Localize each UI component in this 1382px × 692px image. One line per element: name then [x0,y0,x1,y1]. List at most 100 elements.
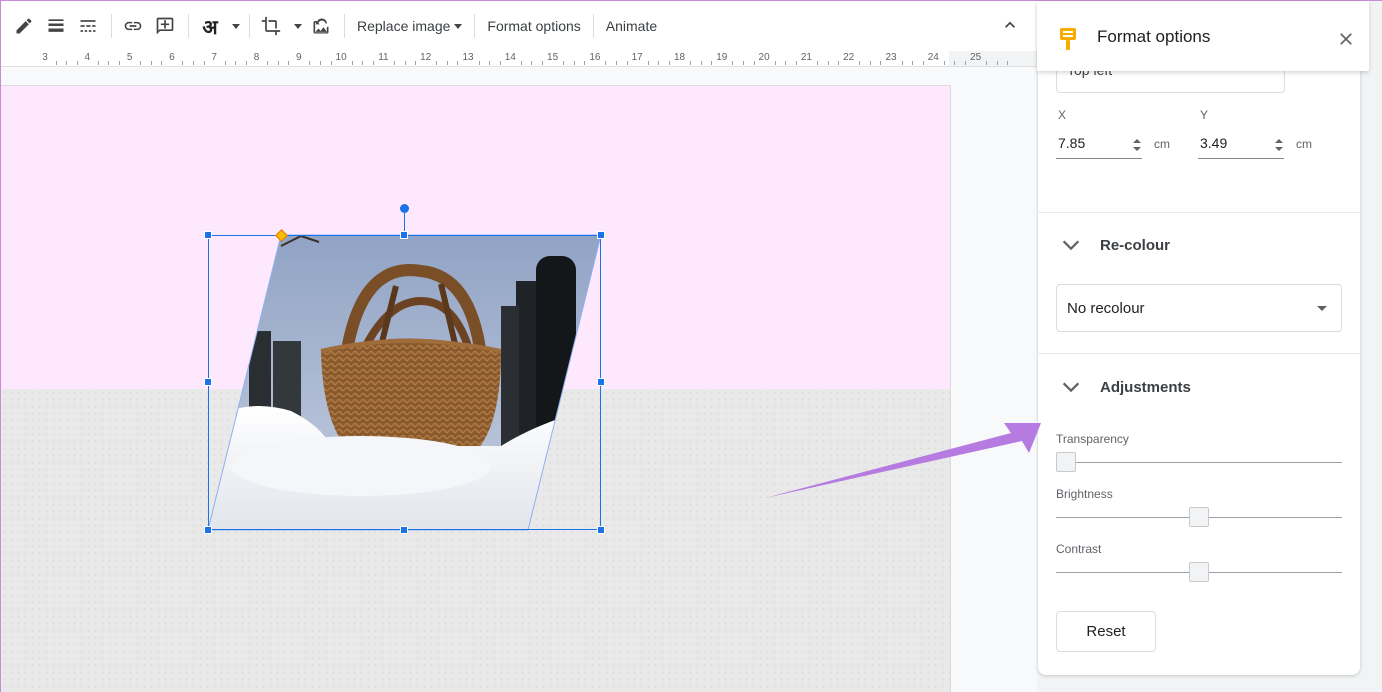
ruler-tick [97,61,99,65]
ruler-tick [954,61,956,65]
ruler-label: 14 [504,52,516,63]
add-comment-icon[interactable] [150,11,180,41]
link-icon[interactable] [118,11,148,41]
toolbar-divider [592,14,594,38]
basket-photo [208,235,601,530]
ruler-tick [66,61,68,65]
dropdown-caret-icon [1317,306,1327,311]
ruler-label: 10 [335,52,347,63]
mask-image-dropdown[interactable] [288,11,304,41]
ruler-tick [436,61,438,65]
ruler-track: 3 4 5 6 7 8 9 10 11 12 13 14 15 16 17 18 19 20 21 22 23 24 25 [1,51,1009,66]
ruler-tick [319,61,321,65]
input-tools-button[interactable]: अ [195,11,225,41]
format-options-panel: Top left X 7.85 cm Y 3.49 cm Re-colour N… [1037,1,1382,692]
brightness-slider-thumb[interactable] [1189,507,1209,527]
ruler-tick [520,61,522,65]
panel-title: Format options [1097,27,1211,46]
ruler-tick [119,61,121,65]
x-position-input[interactable]: 7.85 [1056,129,1142,159]
line-weight-icon[interactable] [41,11,71,41]
chevron-down-icon [1062,240,1080,251]
ruler-tick [1007,61,1009,65]
recolour-dropdown[interactable]: No recolour [1056,284,1342,332]
ruler-label: 21 [800,52,812,63]
chevron-down-icon [1062,382,1080,393]
paint-format-icon [1060,28,1076,50]
y-position-input[interactable]: 3.49 [1198,129,1284,159]
ruler-label: 6 [169,52,175,63]
ruler-tick [827,61,829,65]
ruler-tick [700,61,702,65]
ruler-tick [288,61,290,65]
ruler-tick [922,61,924,65]
adjustments-section-toggle[interactable]: Adjustments [1060,375,1191,399]
ruler-label: 20 [758,52,770,63]
resize-handle-bottom[interactable] [400,526,408,534]
crop-icon[interactable] [256,11,286,41]
ruler-tick [457,61,459,65]
resize-handle-top-left[interactable] [204,231,212,239]
ruler-tick [605,61,607,65]
section-divider [1038,353,1360,354]
transparency-slider-thumb[interactable] [1056,452,1076,472]
close-icon[interactable] [1337,30,1355,48]
toolbar-divider [474,14,476,38]
x-spinner-icon[interactable] [1132,137,1142,153]
resize-handle-top-right[interactable] [597,231,605,239]
input-tools-dropdown[interactable] [227,11,241,41]
ruler-tick [785,61,787,65]
ruler-tick [150,61,152,65]
reset-button[interactable]: Reset [1056,611,1156,652]
ruler-label: 9 [296,52,302,63]
ruler-tick [584,61,586,65]
reset-image-icon[interactable] [306,11,336,41]
toolbar-divider [249,14,250,38]
rotate-handle[interactable] [400,204,409,213]
ruler-tick [573,61,575,65]
ruler-tick [965,61,967,65]
contrast-slider-thumb[interactable] [1189,562,1209,582]
line-dash-icon[interactable] [73,11,103,41]
adjustments-title: Adjustments [1100,378,1191,396]
slide-image[interactable] [1,86,951,692]
ruler-tick [616,61,618,65]
resize-handle-right[interactable] [597,378,605,386]
transparency-slider-track[interactable] [1056,462,1342,463]
resize-handle-top[interactable] [400,231,408,239]
ruler-tick [542,61,544,65]
chevron-down-icon [232,23,240,29]
y-spinner-icon[interactable] [1274,137,1284,153]
ruler-label: 13 [462,52,474,63]
ruler-tick [267,61,269,65]
ruler-tick [330,61,332,65]
replace-image-button[interactable]: Replace image [351,11,468,41]
ruler-tick [446,61,448,65]
ruler-tick [690,61,692,65]
ruler-tick [362,61,364,65]
recolour-title: Re-colour [1100,236,1171,254]
resize-handle-bottom-left[interactable] [204,526,212,534]
ruler-tick [351,61,353,65]
ruler-label: 19 [716,52,728,63]
animate-button[interactable]: Animate [600,11,663,41]
horizontal-ruler[interactable]: 3 4 5 6 7 8 9 10 11 12 13 14 15 16 17 18 19 20 21 22 23 24 25 [1,51,1037,67]
ruler-tick [647,61,649,65]
ruler-tick [880,61,882,65]
ruler-tick [838,61,840,65]
format-options-button[interactable]: Format options [481,11,586,41]
contrast-label: Contrast [1056,542,1102,556]
ruler-tick [996,61,998,65]
recolour-section-toggle[interactable]: Re-colour [1060,233,1170,257]
resize-handle-left[interactable] [204,378,212,386]
ruler-label: 18 [673,52,686,63]
ruler-label: 24 [927,52,939,63]
y-unit: cm [1296,137,1312,151]
replace-image-label: Replace image [357,18,451,34]
pen-icon[interactable] [9,11,39,41]
ruler-label: 12 [420,52,432,63]
ruler-tick [182,61,184,65]
slide[interactable] [1,85,951,692]
resize-handle-bottom-right[interactable] [597,526,605,534]
collapse-toolbar-button[interactable] [995,15,1025,35]
